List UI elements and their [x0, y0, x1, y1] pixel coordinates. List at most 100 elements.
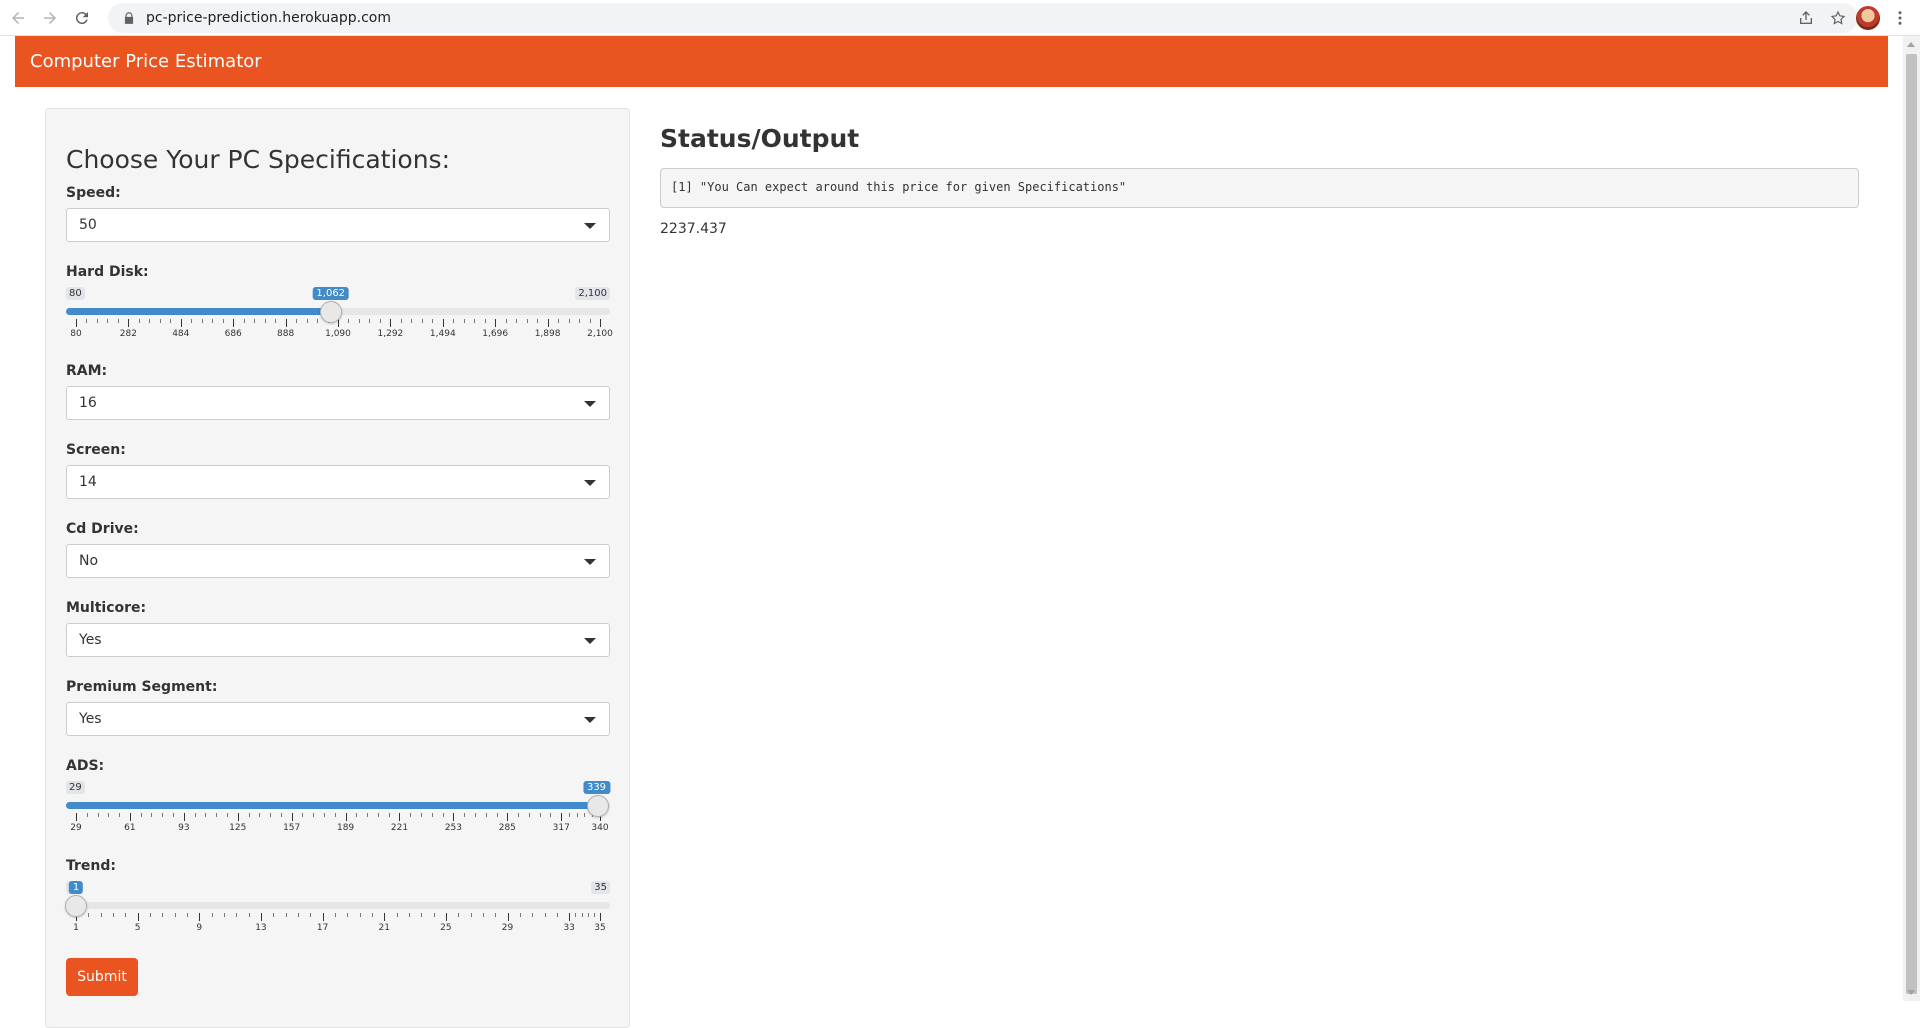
ads-minor-tick	[576, 813, 578, 817]
chevron-down-icon	[584, 717, 596, 723]
hard_disk-minor-tick	[579, 319, 581, 323]
ads-minor-tick	[173, 813, 175, 817]
profile-avatar[interactable]	[1856, 6, 1880, 30]
hard_disk-tick-label: 888	[277, 329, 295, 339]
star-icon[interactable]	[1830, 10, 1846, 26]
hard_disk-minor-tick	[516, 319, 518, 323]
trend-tick	[569, 913, 571, 921]
hard_disk-minor-tick	[474, 319, 476, 323]
scroll-down-arrow-icon[interactable]	[1907, 990, 1915, 995]
scroll-thumb[interactable]	[1906, 54, 1917, 994]
hard_disk-slider-handle[interactable]	[319, 301, 342, 323]
trend-tick	[507, 913, 509, 921]
trend-minor-tick	[297, 913, 299, 917]
trend-max-label: 35	[591, 881, 610, 894]
trend-slider[interactable]: 135115913172125293335	[65, 881, 610, 933]
screen-select-value: 14	[79, 474, 97, 490]
hard_disk-minor-tick	[400, 319, 402, 323]
trend-tick-label: 25	[440, 923, 452, 933]
premium-segment-select[interactable]: Yes	[66, 702, 610, 736]
ads-minor-tick	[431, 813, 433, 817]
screen-select[interactable]: 14	[66, 465, 610, 499]
hard_disk-minor-tick	[526, 319, 528, 323]
browser-menu-button[interactable]	[1890, 8, 1910, 28]
ads-minor-tick	[518, 813, 520, 817]
ads-slider[interactable]: 29 340 339 29 61 93 125 157 189 221 253 285 317 340	[66, 781, 611, 833]
reload-button[interactable]	[68, 4, 96, 32]
ads-minor-tick	[302, 813, 304, 817]
ram-select-value: 16	[79, 395, 97, 411]
trend-minor-tick	[544, 913, 546, 917]
hard_disk-minor-tick	[254, 319, 256, 323]
cd-drive-select[interactable]: No	[66, 544, 610, 578]
hard_disk-minor-tick	[212, 319, 214, 323]
ads-minor-tick	[584, 813, 586, 817]
hard_disk-tick-label: 484	[172, 329, 190, 339]
trend-minor-tick	[519, 913, 521, 917]
trend-minor-tick	[593, 913, 595, 917]
ads-tick	[507, 813, 509, 821]
scroll-up-arrow-icon[interactable]	[1907, 42, 1915, 47]
hard_disk-tick	[285, 319, 287, 327]
chevron-down-icon	[584, 401, 596, 407]
app-brand[interactable]: Computer Price Estimator	[30, 51, 262, 72]
hard_disk-minor-tick	[369, 319, 371, 323]
page-scrollbar[interactable]	[1903, 36, 1920, 1001]
multicore-select[interactable]: Yes	[66, 623, 610, 657]
hard_disk-minor-tick	[159, 319, 161, 323]
hard_disk-tick-label: 686	[224, 329, 242, 339]
ads-minor-tick	[539, 813, 541, 817]
trend-minor-tick	[334, 913, 336, 917]
trend-slider-track[interactable]	[66, 902, 610, 909]
hard-disk-slider[interactable]: 80 2,100 1,062 80 282 484 686 888 1,090 1,292 1,49…	[66, 287, 613, 339]
ads-minor-tick	[194, 813, 196, 817]
hard_disk-minor-tick	[243, 319, 245, 323]
trend-minor-tick	[587, 913, 589, 917]
ads-minor-tick	[313, 813, 315, 817]
lock-icon	[124, 12, 134, 24]
ads-minor-tick	[550, 813, 552, 817]
trend-tick-label: 21	[378, 923, 390, 933]
hard_disk-tick-label: 2,100	[587, 329, 613, 339]
ads-minor-tick	[270, 813, 272, 817]
trend-minor-tick	[359, 913, 361, 917]
back-button[interactable]	[4, 4, 32, 32]
hard_disk-tick	[76, 319, 77, 327]
hard_disk-min-label: 80	[66, 287, 85, 300]
ads-minor-tick	[259, 813, 261, 817]
ads-tick	[76, 813, 77, 821]
ads-slider-fill	[66, 802, 599, 809]
ads-minor-tick	[356, 813, 358, 817]
premium-segment-select-value: Yes	[79, 711, 102, 727]
ads-minor-tick	[108, 813, 110, 817]
hard_disk-minor-tick	[411, 319, 413, 323]
trend-minor-tick	[495, 913, 497, 917]
share-icon[interactable]	[1798, 10, 1814, 26]
hard_disk-minor-tick	[138, 319, 140, 323]
address-bar[interactable]: pc-price-prediction.herokuapp.com	[108, 3, 1858, 33]
ads-minor-tick	[216, 813, 218, 817]
ads-minor-tick	[226, 813, 228, 817]
hard_disk-tick-label: 1,090	[325, 329, 351, 339]
trend-minor-tick	[112, 913, 114, 917]
trend-slider-handle[interactable]	[65, 895, 87, 917]
trend-tick	[199, 913, 201, 921]
hard_disk-tick-label: 1,292	[377, 329, 404, 339]
ads-minor-tick	[474, 813, 476, 817]
ads-minor-tick	[388, 813, 390, 817]
ads-tick-label: 253	[444, 823, 462, 833]
hard_disk-minor-tick	[558, 319, 560, 323]
submit-button[interactable]: Submit	[66, 958, 138, 996]
hard_disk-minor-tick	[191, 319, 193, 323]
ads-tick-label: 29	[70, 823, 82, 833]
hard_disk-minor-tick	[275, 319, 277, 323]
hard_disk-tick	[390, 319, 392, 327]
hard-disk-label: Hard Disk:	[66, 264, 149, 280]
forward-button[interactable]	[36, 4, 64, 32]
more-vert-icon	[1898, 11, 1902, 25]
trend-value-label: 1	[68, 881, 84, 894]
ram-select[interactable]: 16	[66, 386, 610, 420]
trend-minor-tick	[236, 913, 238, 917]
speed-select[interactable]: 50	[66, 208, 610, 242]
hard_disk-minor-tick	[201, 319, 203, 323]
